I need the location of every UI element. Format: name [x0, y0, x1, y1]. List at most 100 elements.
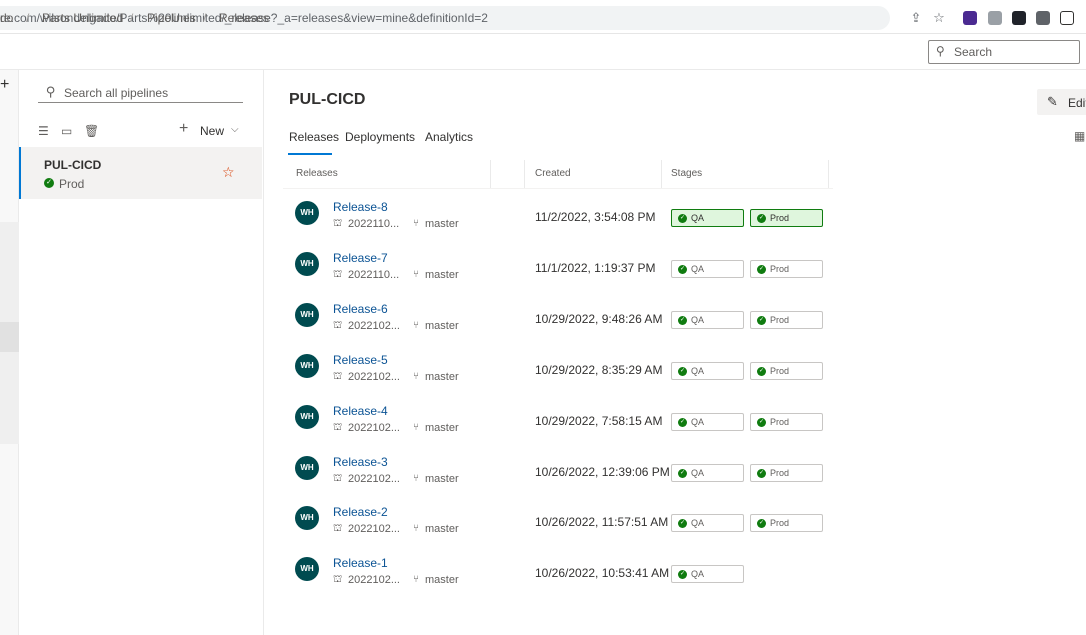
branch-name: master [425, 523, 459, 536]
stage-prod[interactable]: ✓ Prod [750, 412, 823, 431]
branch-icon: ⑂ [413, 523, 419, 535]
stage-qa[interactable]: ✓ QA [671, 361, 744, 380]
release-name-link[interactable]: Release-6 [333, 302, 388, 316]
avatar: WH [295, 404, 319, 429]
rail-selected-item[interactable] [0, 322, 19, 352]
stage-label: Prod [770, 416, 790, 427]
column-separator [524, 160, 525, 188]
stage-qa[interactable]: ✓ QA [671, 310, 744, 329]
extension-icon[interactable] [963, 11, 977, 25]
build-number: 2022102... [348, 370, 400, 383]
release-name-link[interactable]: Release-1 [333, 556, 388, 570]
success-check-icon: ✓ [757, 315, 766, 325]
build-icon: ⛫ [333, 268, 343, 280]
share-icon[interactable]: ⇪ [908, 10, 924, 26]
avatar: WH [295, 251, 319, 276]
created-date: 11/2/2022, 3:54:08 PM [535, 210, 656, 224]
extension-icon[interactable] [988, 11, 1002, 25]
bookmark-star-icon[interactable]: ☆ [931, 10, 947, 26]
pencil-icon: ✎ [1047, 94, 1058, 109]
pipeline-search-input[interactable]: Search all pipelines [64, 86, 168, 100]
branch-name: master [425, 574, 459, 587]
tab-deployments[interactable]: Deployments [345, 130, 415, 144]
tab-releases[interactable]: Releases [289, 130, 339, 144]
stage-label: Prod [770, 518, 790, 529]
release-name-link[interactable]: Release-3 [333, 455, 388, 469]
breadcrumb-separator: / [203, 11, 207, 25]
stage-prod[interactable]: ✓ Prod [750, 514, 823, 533]
success-check-icon: ✓ [678, 519, 687, 529]
breadcrumb-separator: / [26, 11, 30, 25]
folder-icon[interactable]: ▭ [61, 124, 72, 138]
new-button[interactable]: New [200, 124, 224, 138]
success-check-icon: ✓ [678, 264, 687, 274]
success-check-icon: ✓ [678, 366, 687, 376]
top-search-input[interactable] [928, 40, 1080, 64]
top-search-placeholder: Search [954, 45, 993, 59]
breadcrumb-releases[interactable]: Releases [219, 11, 269, 25]
pipeline-name[interactable]: PUL-CICD [44, 158, 101, 172]
stage-qa[interactable]: ✓ QA [671, 514, 744, 533]
avatar: WH [295, 455, 319, 480]
created-date: 11/1/2022, 1:19:37 PM [535, 260, 656, 275]
release-name-link[interactable]: Release-7 [333, 251, 388, 265]
stage-label: Prod [770, 365, 790, 376]
stage-qa[interactable]: ✓ QA [671, 209, 744, 227]
column-options-icon[interactable]: ▦ [1074, 129, 1085, 143]
header-divider [283, 188, 833, 189]
branch-icon: ⑂ [413, 319, 419, 331]
stage-label: QA [691, 518, 705, 529]
react-devtools-icon[interactable] [1012, 11, 1026, 25]
branch-name: master [425, 421, 459, 434]
breadcrumb-project[interactable]: Parts Unlimited [42, 11, 123, 25]
favorite-star-icon[interactable]: ☆ [222, 164, 235, 181]
edit-button-label[interactable]: Edit [1068, 96, 1086, 110]
avatar: WH [295, 557, 319, 582]
avatar: WH [295, 353, 319, 378]
stage-prod[interactable]: ✓ Prod [750, 259, 823, 278]
stage-qa[interactable]: ✓ QA [671, 412, 744, 431]
notion-icon[interactable] [1060, 11, 1074, 25]
column-header-created[interactable]: Created [535, 168, 571, 179]
column-separator [490, 160, 491, 188]
success-check-icon: ✓ [678, 315, 687, 325]
breadcrumb-org[interactable]: do [0, 11, 13, 25]
stage-qa[interactable]: ✓ QA [671, 565, 744, 584]
stage-label: Prod [770, 314, 790, 325]
release-name-link[interactable]: Release-4 [333, 404, 388, 418]
chevron-down-icon[interactable]: ⌵ [231, 124, 239, 135]
stage-prod[interactable]: ✓ Prod [750, 361, 823, 380]
search-icon: ⚲ [46, 84, 56, 99]
build-number: 2022102... [348, 472, 400, 485]
build-number: 2022102... [348, 574, 400, 587]
stage-qa[interactable]: ✓ QA [671, 463, 744, 482]
build-icon: ⛫ [333, 523, 343, 535]
breadcrumb-pipelines[interactable]: Pipelines [147, 11, 196, 25]
extension-icon[interactable] [1036, 11, 1050, 25]
stage-prod[interactable]: ✓ Prod [750, 209, 823, 227]
pipeline-search-underline [38, 102, 243, 103]
add-icon[interactable]: + [0, 76, 9, 94]
build-icon: ⛫ [333, 421, 343, 433]
column-header-stages[interactable]: Stages [671, 168, 702, 179]
stage-prod[interactable]: ✓ Prod [750, 463, 823, 482]
success-check-icon: ✓ [757, 519, 766, 529]
trash-icon[interactable]: 🗑 [84, 124, 99, 138]
stage-prod[interactable]: ✓ Prod [750, 310, 823, 329]
tab-analytics[interactable]: Analytics [425, 130, 473, 144]
column-separator [661, 160, 662, 188]
stage-label: QA [691, 569, 705, 580]
release-name-link[interactable]: Release-5 [333, 353, 388, 367]
stage-qa[interactable]: ✓ QA [671, 259, 744, 278]
success-check-icon: ✓ [678, 468, 687, 478]
build-icon: ⛫ [333, 472, 343, 484]
list-view-icon[interactable]: ☰ [38, 124, 49, 138]
success-check-icon: ✓ [757, 214, 766, 223]
release-name-link[interactable]: Release-8 [333, 200, 388, 214]
success-check-icon: ✓ [678, 417, 687, 427]
stage-label: QA [691, 263, 705, 274]
column-header-releases[interactable]: Releases [296, 168, 338, 179]
release-name-link[interactable]: Release-2 [333, 505, 388, 519]
created-date: 10/26/2022, 10:53:41 AM [535, 566, 670, 581]
created-date: 10/29/2022, 8:35:29 AM [535, 362, 663, 377]
